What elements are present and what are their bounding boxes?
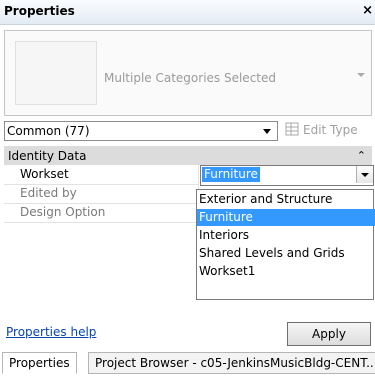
edit-type-label: Edit Type bbox=[303, 123, 358, 137]
type-selector-arrow-icon[interactable] bbox=[357, 73, 365, 77]
category-filter-value: Common (77) bbox=[7, 124, 90, 138]
panel-title: Properties bbox=[4, 4, 75, 18]
chevron-down-icon[interactable] bbox=[263, 129, 271, 134]
property-label: Workset bbox=[20, 167, 69, 181]
workset-combobox[interactable]: Furniture bbox=[200, 165, 374, 186]
bottom-tab-strip: Properties Project Browser - c05-Jenkins… bbox=[0, 350, 375, 378]
property-label: Edited by bbox=[20, 186, 77, 200]
combobox-dropdown-button[interactable] bbox=[356, 166, 373, 183]
type-preview-thumbnail bbox=[15, 41, 97, 105]
dropdown-option[interactable]: Exterior and Structure bbox=[197, 191, 375, 208]
dropdown-option[interactable]: Interiors bbox=[197, 227, 375, 244]
title-bar[interactable]: Properties × bbox=[0, 0, 375, 25]
collapse-icon[interactable]: ⌃ bbox=[357, 149, 366, 162]
properties-panel: Properties × Multiple Categories Selecte… bbox=[0, 0, 375, 378]
category-filter-dropdown[interactable]: Common (77) bbox=[4, 121, 278, 141]
row-divider bbox=[4, 222, 198, 223]
workset-value: Furniture bbox=[202, 167, 260, 182]
type-selector[interactable]: Multiple Categories Selected bbox=[4, 30, 372, 116]
dropdown-option[interactable]: Workset1 bbox=[197, 263, 375, 280]
tab-project-browser[interactable]: Project Browser - c05-JenkinsMusicBldg-C… bbox=[88, 352, 375, 374]
edit-type-icon bbox=[285, 122, 299, 136]
tab-properties[interactable]: Properties bbox=[2, 352, 77, 374]
type-selector-text: Multiple Categories Selected bbox=[104, 71, 276, 85]
workset-dropdown-list[interactable]: Exterior and Structure Furniture Interio… bbox=[196, 189, 375, 300]
section-title: Identity Data bbox=[8, 149, 87, 163]
dropdown-option-selected[interactable]: Furniture bbox=[197, 209, 375, 226]
close-icon[interactable]: × bbox=[362, 3, 373, 18]
dropdown-option[interactable]: Shared Levels and Grids bbox=[197, 245, 375, 262]
properties-help-link[interactable]: Properties help bbox=[6, 325, 96, 339]
section-header-identity-data[interactable]: Identity Data ⌃ bbox=[4, 146, 372, 165]
apply-button[interactable]: Apply bbox=[287, 322, 371, 346]
property-label: Design Option bbox=[20, 205, 106, 219]
